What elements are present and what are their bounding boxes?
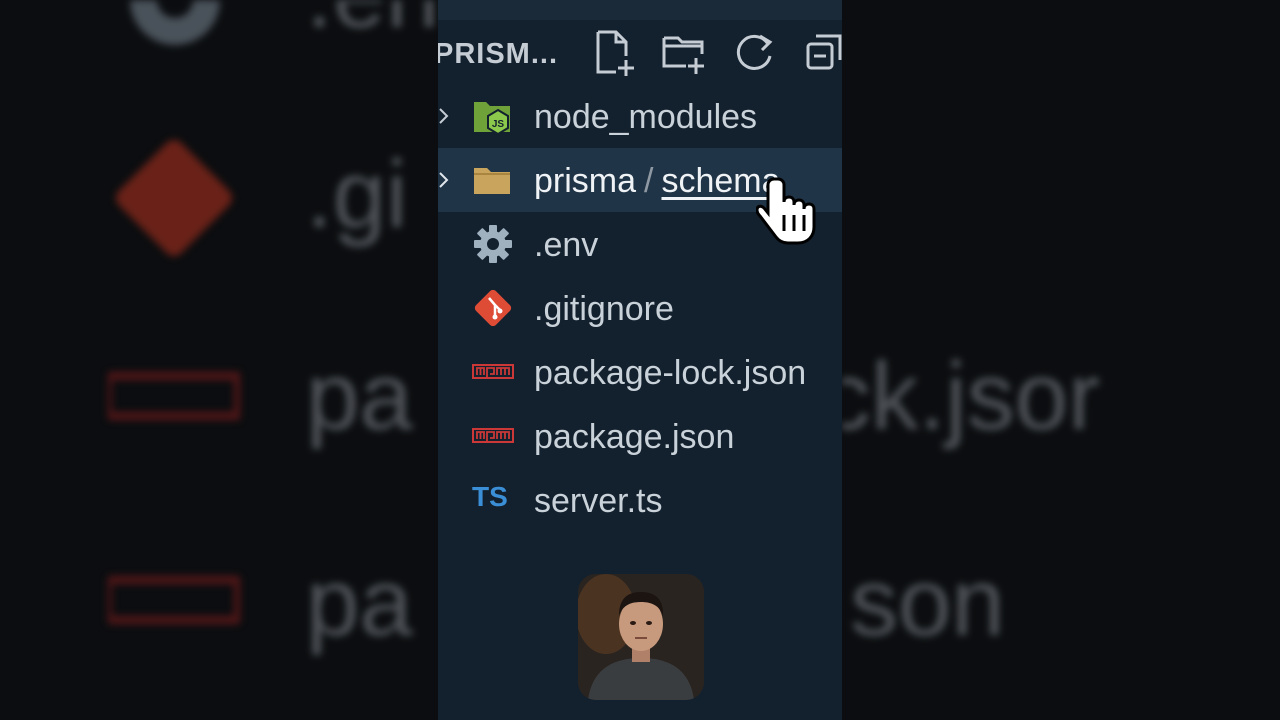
gear-icon bbox=[130, 0, 220, 45]
presenter-face bbox=[578, 574, 704, 700]
title-bar bbox=[438, 0, 842, 20]
project-title[interactable]: PRISM... bbox=[438, 38, 558, 71]
bg-word: .gi bbox=[306, 141, 408, 248]
tree-item-gitignore[interactable]: .gitignore bbox=[438, 276, 842, 340]
refresh-icon[interactable] bbox=[730, 28, 778, 76]
path-separator: / bbox=[644, 162, 654, 200]
background-right: lock.jsor son bbox=[842, 0, 1280, 720]
chevron-right-icon[interactable] bbox=[438, 170, 450, 190]
git-icon bbox=[474, 289, 512, 327]
npm-icon bbox=[108, 576, 240, 624]
nodejs-folder-icon: JS bbox=[474, 102, 510, 136]
tree-item-label: node_modules bbox=[534, 98, 758, 136]
path-segment[interactable]: prisma bbox=[534, 162, 636, 200]
tree-item-label: package.json bbox=[534, 418, 735, 456]
tree-item-node-modules[interactable]: JS node_modules bbox=[438, 84, 842, 148]
tree-item-package-json[interactable]: package.json bbox=[438, 404, 842, 468]
hand-pointer-cursor-icon bbox=[756, 177, 816, 245]
bg-word: .en bbox=[306, 0, 438, 50]
tree-item-label: .env bbox=[534, 226, 599, 264]
tree-item-label: .gitignore bbox=[534, 290, 674, 328]
git-icon bbox=[115, 139, 233, 257]
collapse-all-icon[interactable] bbox=[800, 28, 842, 76]
npm-icon bbox=[108, 372, 240, 420]
folder-icon bbox=[474, 168, 510, 194]
typescript-icon: TS bbox=[472, 481, 508, 512]
new-folder-icon[interactable] bbox=[660, 28, 708, 76]
svg-text:JS: JS bbox=[492, 119, 505, 130]
bg-word: son bbox=[850, 549, 1005, 656]
tree-item-label: server.ts bbox=[534, 482, 663, 520]
file-explorer-panel: PRISM... JS node_modules prisma / schema… bbox=[438, 0, 842, 720]
background-left: .en .gi pa pa bbox=[0, 0, 438, 720]
bg-word: pa bbox=[306, 549, 413, 656]
gear-icon bbox=[474, 225, 512, 263]
presenter-video-avatar bbox=[578, 574, 704, 700]
explorer-header: PRISM... bbox=[438, 22, 842, 82]
tree-item-server-ts[interactable]: TS server.ts bbox=[438, 468, 842, 532]
new-file-icon[interactable] bbox=[590, 28, 638, 76]
tree-item-label: package-lock.json bbox=[534, 354, 807, 392]
tree-item-label: prisma / schema bbox=[534, 162, 781, 201]
bg-word: pa bbox=[306, 343, 413, 450]
npm-icon bbox=[472, 428, 514, 443]
npm-icon bbox=[472, 364, 514, 379]
bg-word: lock.jsor bbox=[842, 343, 1101, 450]
chevron-right-icon[interactable] bbox=[438, 106, 450, 126]
tree-item-package-lock[interactable]: package-lock.json bbox=[438, 340, 842, 404]
